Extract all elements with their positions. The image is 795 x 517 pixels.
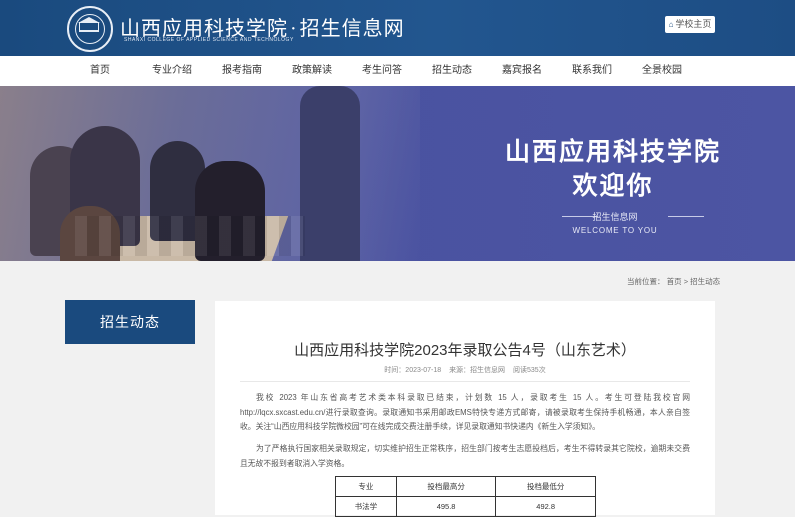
banner-english: WELCOME TO YOU <box>572 226 658 235</box>
college-seal-logo[interactable] <box>67 6 113 52</box>
table-header-cell: 专业 <box>335 476 397 497</box>
seal-building <box>79 22 99 32</box>
site-header: 山西应用科技学院 · 招生信息网 SHANXI COLLEGE OF APPLIED… <box>0 0 795 56</box>
table-row: 书法学 495.8 492.8 <box>335 496 596 517</box>
banner-line-right <box>668 216 704 217</box>
article-meta: 时间：2023-07-18 来源：招生信息网 阅读535次 <box>215 365 715 375</box>
table-cell: 书法学 <box>335 496 397 517</box>
school-home-button[interactable]: ⌂ 学校主页 <box>665 16 715 33</box>
main-nav: 首页 专业介绍 报考指南 政策解读 考生问答 招生动态 嘉宾报名 联系我们 全景… <box>0 56 795 86</box>
table-cell: 495.8 <box>395 496 497 517</box>
nav-item-guide[interactable]: 报考指南 <box>222 56 262 86</box>
table-header-row: 专业 投档最高分 投档最低分 <box>335 476 596 497</box>
article-views: 阅读535次 <box>513 367 546 374</box>
brand-english-name: SHANXI COLLEGE OF APPLIED SCIENCE AND TE… <box>124 37 294 43</box>
article-paragraph-1: 我校 2023 年山东省高考艺术类本科录取已结束，计划数 15 人，录取考生 1… <box>240 393 690 431</box>
nav-item-contact[interactable]: 联系我们 <box>572 56 612 86</box>
article-paragraph-2: 为了严格执行国家相关录取规定，切实维护招生正常秩序，招生部门按考生志愿投档后，考… <box>240 444 690 468</box>
nav-item-guest-signup[interactable]: 嘉宾报名 <box>502 56 542 86</box>
school-home-label: 学校主页 <box>675 19 712 29</box>
article-source: 来源：招生信息网 <box>449 367 506 374</box>
photo-person-shape <box>300 86 360 261</box>
banner-welcome: 欢迎你 <box>572 172 654 200</box>
article-time: 时间：2023-07-18 <box>384 367 442 374</box>
home-icon: ⌂ <box>668 20 674 29</box>
breadcrumb-separator: > <box>683 277 689 286</box>
brand-site-name: 招生信息网 <box>299 18 405 40</box>
table-cell: 492.8 <box>495 496 596 517</box>
table-header-cell: 投档最高分 <box>395 476 497 497</box>
banner-subtitle: 招生信息网 <box>592 212 638 222</box>
nav-item-qa[interactable]: 考生问答 <box>362 56 402 86</box>
nav-item-policy[interactable]: 政策解读 <box>292 56 332 86</box>
score-table: 专业 投档最高分 投档最低分 书法学 495.8 492.8 <box>335 476 596 517</box>
nav-item-majors[interactable]: 专业介绍 <box>152 56 192 86</box>
nav-item-panorama[interactable]: 全景校园 <box>642 56 682 86</box>
article-title: 山西应用科技学院2023年录取公告4号（山东艺术） <box>294 342 636 359</box>
breadcrumb: 当前位置： 首页 > 招生动态 <box>627 276 720 287</box>
breadcrumb-home[interactable]: 首页 <box>667 277 682 286</box>
sidebar-title[interactable]: 招生动态 <box>65 300 195 344</box>
breadcrumb-current[interactable]: 招生动态 <box>690 277 720 286</box>
table-header-cell: 投档最低分 <box>495 476 596 497</box>
banner-photo <box>0 86 420 261</box>
nav-item-home[interactable]: 首页 <box>90 56 110 86</box>
article-panel: 山西应用科技学院2023年录取公告4号（山东艺术） 时间：2023-07-18 … <box>215 301 715 517</box>
banner-title: 山西应用科技学院 <box>504 138 721 166</box>
breadcrumb-prefix: 当前位置： <box>627 277 665 286</box>
nav-item-news[interactable]: 招生动态 <box>432 56 472 86</box>
photo-pixelation <box>75 216 305 256</box>
welcome-banner: 山西应用科技学院 欢迎你 招生信息网 WELCOME TO YOU <box>0 86 795 261</box>
article-divider <box>240 381 690 382</box>
